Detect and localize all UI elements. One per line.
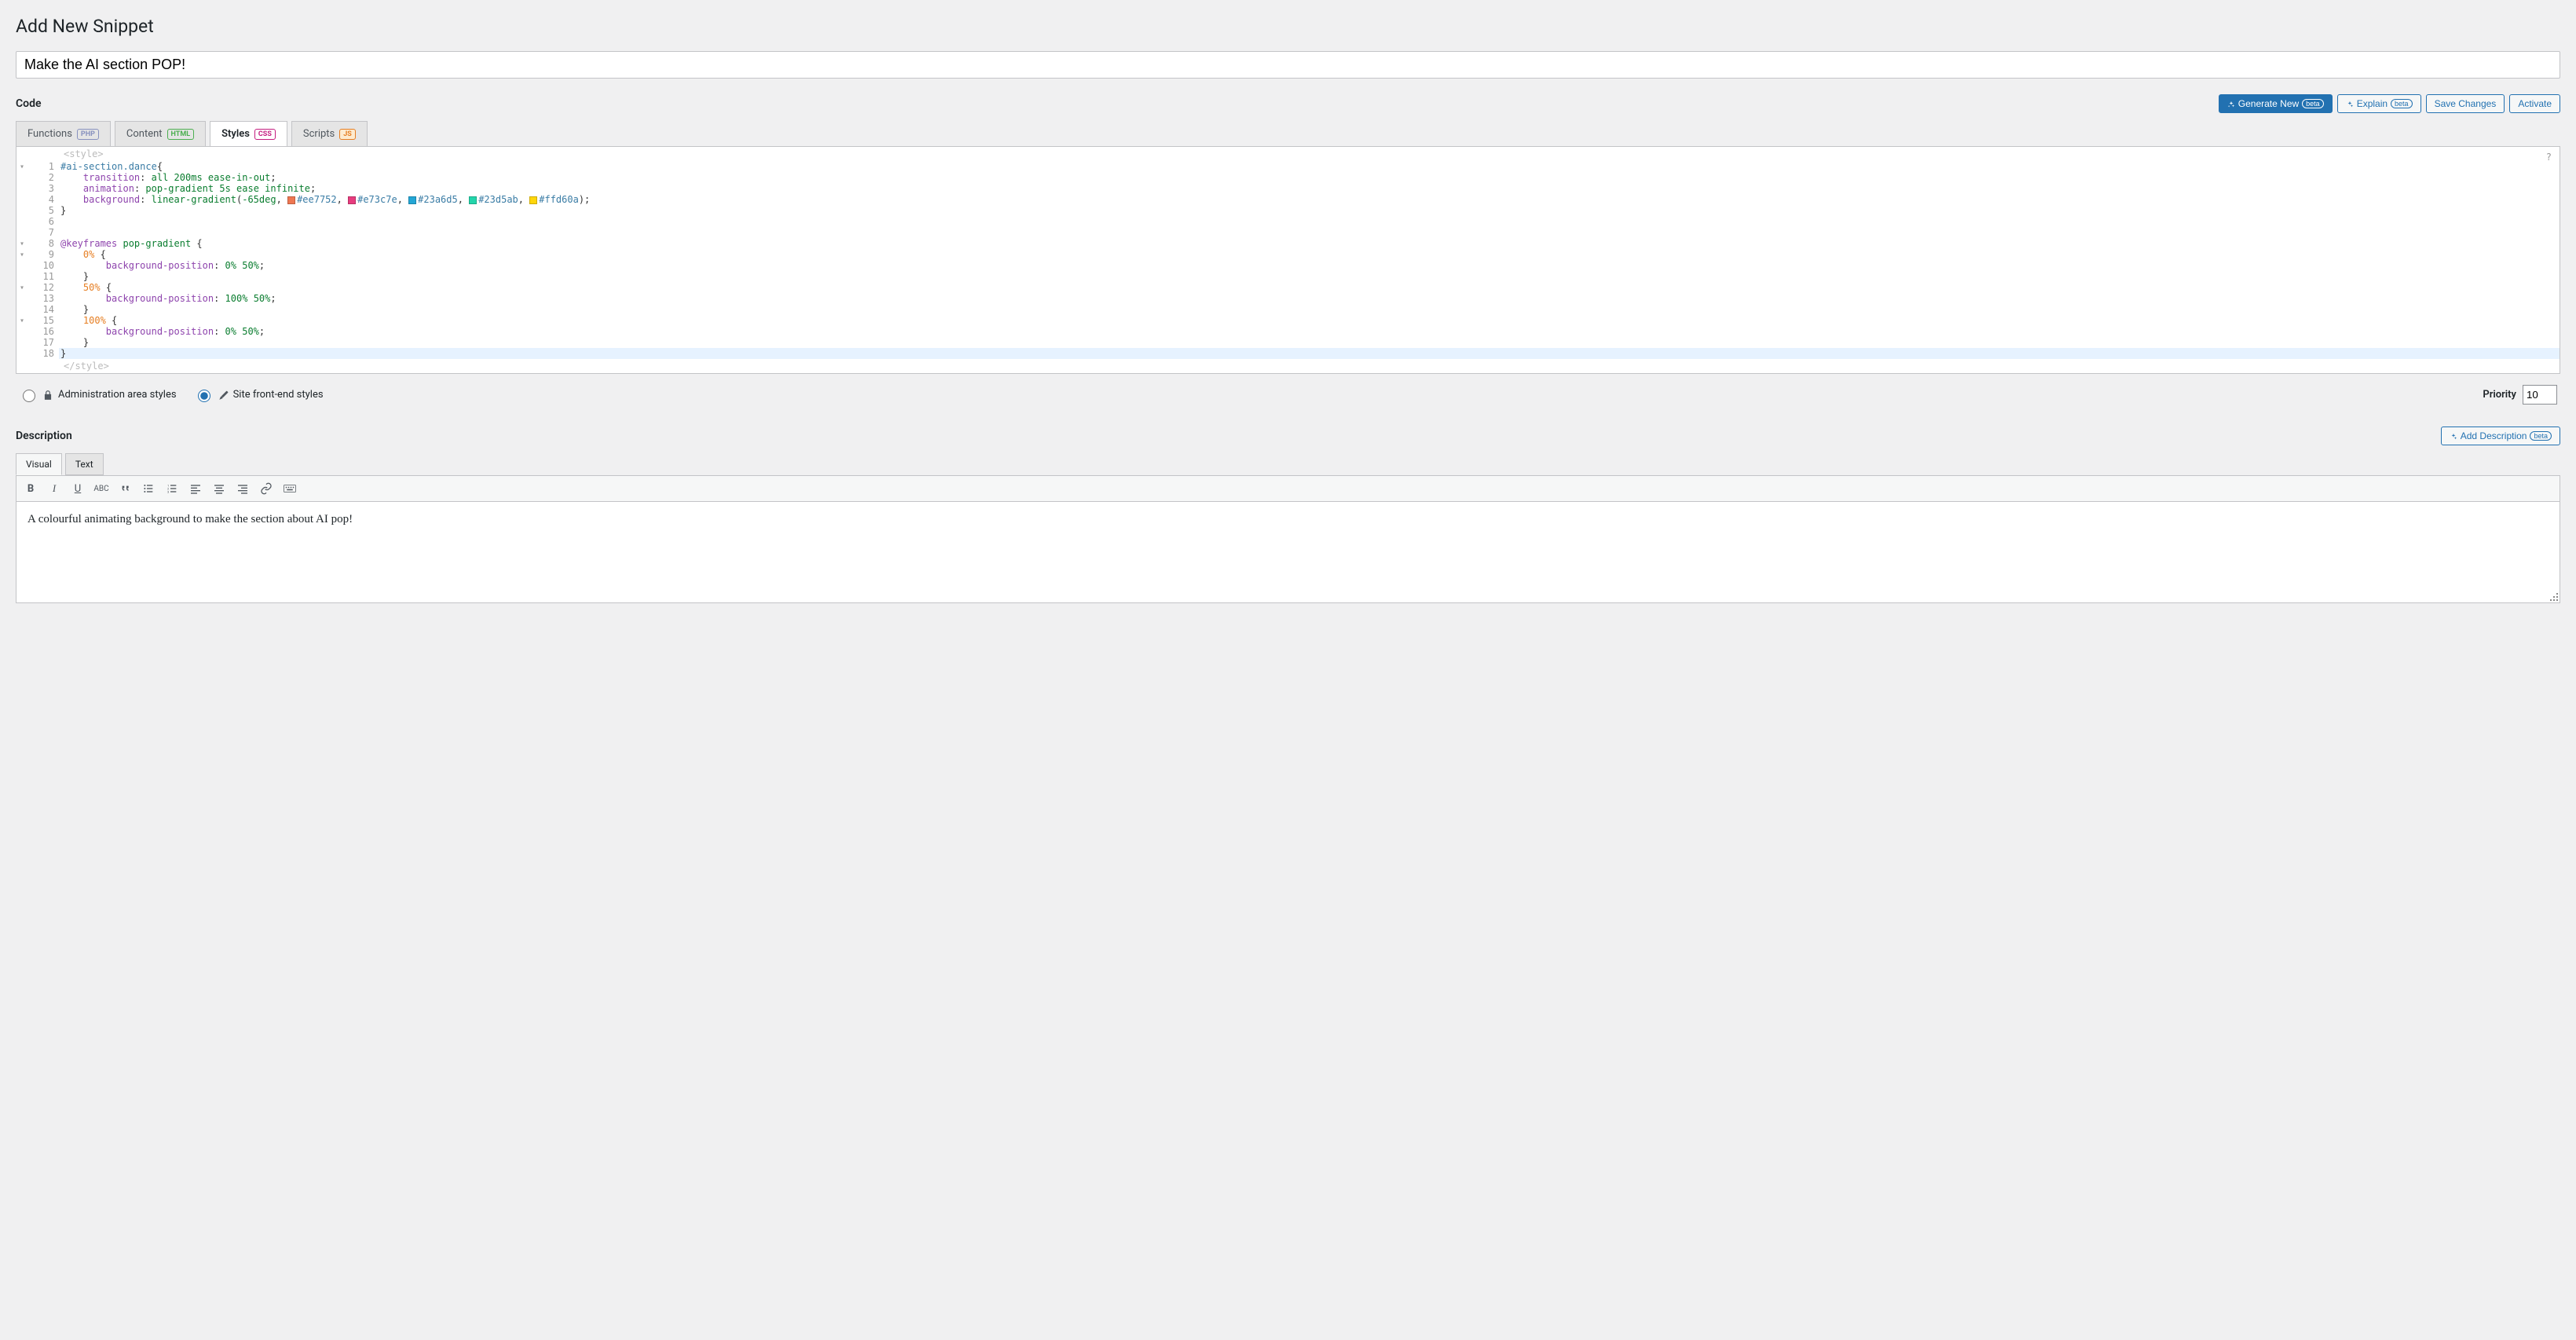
sparkle-icon	[2227, 100, 2235, 108]
tab-scripts[interactable]: Scripts JS	[291, 121, 368, 146]
activate-button[interactable]: Activate	[2509, 94, 2560, 113]
add-description-button[interactable]: Add Description beta	[2441, 427, 2560, 445]
beta-badge: beta	[2302, 99, 2324, 108]
priority-input[interactable]	[2523, 385, 2557, 405]
css-badge: CSS	[254, 129, 276, 140]
sparkle-icon	[2346, 100, 2354, 108]
style-open-tag: <style>	[16, 147, 2560, 161]
html-badge: HTML	[167, 129, 195, 140]
align-left-button[interactable]	[188, 481, 203, 496]
snippet-title-input[interactable]	[16, 51, 2560, 79]
resize-grip-icon[interactable]	[2547, 590, 2558, 601]
beta-badge: beta	[2530, 431, 2552, 441]
editor-help-icon[interactable]: ?	[2546, 152, 2552, 163]
explain-label: Explain	[2357, 98, 2388, 109]
scope-front-label: Site front-end styles	[233, 389, 324, 401]
description-tab-visual[interactable]: Visual	[16, 453, 62, 475]
generate-new-button[interactable]: Generate New beta	[2219, 94, 2333, 113]
scope-admin-radio[interactable]	[23, 390, 35, 402]
scope-admin-option[interactable]: Administration area styles	[19, 387, 177, 402]
save-changes-button[interactable]: Save Changes	[2426, 94, 2505, 113]
tab-styles[interactable]: Styles CSS	[210, 121, 287, 146]
code-type-tabs: Functions PHP Content HTML Styles CSS Sc…	[16, 121, 2560, 146]
italic-button[interactable]: I	[46, 481, 62, 496]
admin-icon	[42, 390, 53, 401]
unordered-list-button[interactable]	[141, 481, 156, 496]
sparkle-icon	[2450, 432, 2457, 440]
explain-button[interactable]: Explain beta	[2337, 94, 2421, 113]
keyboard-button[interactable]	[282, 481, 298, 496]
code-action-buttons: Generate New beta Explain beta Save Chan…	[2219, 94, 2560, 113]
priority-label: Priority	[2483, 389, 2516, 401]
description-section-label: Description	[16, 430, 72, 442]
scope-front-option[interactable]: Site front-end styles	[194, 387, 324, 402]
description-text: A colourful animating background to make…	[27, 513, 353, 525]
align-center-button[interactable]	[211, 481, 227, 496]
code-editor[interactable]: ? <style> ▾1#ai-section.dance{ 2 transit…	[16, 146, 2560, 374]
scope-admin-label: Administration area styles	[58, 389, 177, 401]
description-toolbar: B I U ABC 123	[16, 475, 2560, 501]
brush-icon	[218, 390, 229, 401]
generate-new-label: Generate New	[2238, 98, 2299, 109]
tab-content[interactable]: Content HTML	[115, 121, 206, 146]
bold-button[interactable]: B	[23, 481, 38, 496]
code-section-label: Code	[16, 97, 42, 110]
scope-radio-group: Administration area styles Site front-en…	[19, 387, 324, 402]
php-badge: PHP	[77, 129, 99, 140]
style-close-tag: </style>	[16, 359, 2560, 373]
blockquote-button[interactable]	[117, 481, 133, 496]
description-tab-text[interactable]: Text	[65, 453, 104, 475]
tab-functions[interactable]: Functions PHP	[16, 121, 111, 146]
scope-front-radio[interactable]	[198, 390, 210, 402]
page-title: Add New Snippet	[16, 16, 2560, 37]
description-tabs: Visual Text	[16, 453, 2560, 475]
ordered-list-button[interactable]: 123	[164, 481, 180, 496]
align-right-button[interactable]	[235, 481, 251, 496]
underline-button[interactable]: U	[70, 481, 86, 496]
js-badge: JS	[339, 129, 356, 140]
strikethrough-button[interactable]: ABC	[93, 481, 109, 496]
link-button[interactable]	[258, 481, 274, 496]
beta-badge: beta	[2391, 99, 2413, 108]
svg-text:3: 3	[167, 489, 169, 493]
description-editor[interactable]: A colourful animating background to make…	[16, 501, 2560, 603]
